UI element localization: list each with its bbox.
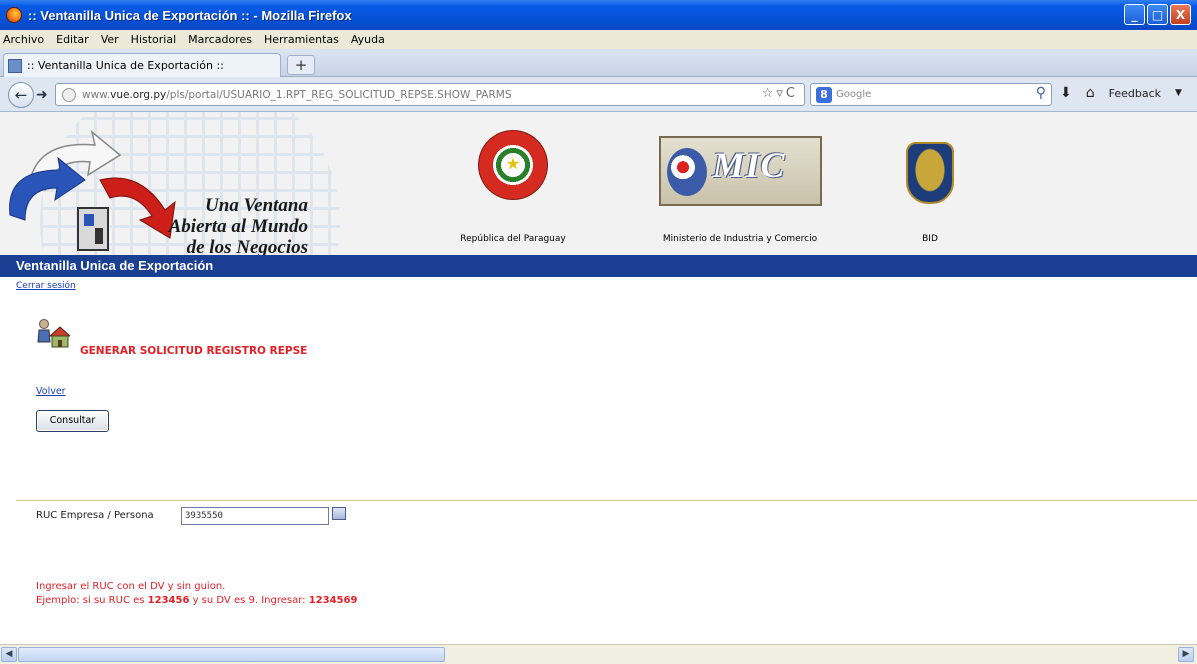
slogan: Una Ventana Abierta al Mundo de los Nego…: [168, 195, 308, 255]
consultar-button[interactable]: Consultar: [36, 410, 109, 432]
url-text: www.vue.org.py/pls/portal/USUARIO_1.RPT_…: [82, 88, 512, 101]
window-controls: _ □ X: [1124, 4, 1191, 25]
url-actions: ☆▿C: [762, 86, 798, 101]
menu-herramientas[interactable]: Herramientas: [264, 33, 339, 46]
divider: [16, 500, 1197, 501]
site-header: Una Ventana Abierta al Mundo de los Nego…: [0, 112, 1197, 255]
scroll-left-arrow-icon[interactable]: ◀: [1, 647, 17, 662]
toolbar-right: ⬇ ⌂ Feedback ▼: [1060, 85, 1182, 101]
menu-ver[interactable]: Ver: [101, 33, 119, 46]
paraguay-seal-icon: [478, 130, 548, 200]
user-house-icon: [37, 319, 70, 348]
web-page: Una Ventana Abierta al Mundo de los Nego…: [0, 112, 1197, 644]
navigation-toolbar: ← ➜ www.vue.org.py/pls/portal/USUARIO_1.…: [0, 77, 1197, 112]
google-icon[interactable]: 8: [816, 86, 832, 103]
forward-button[interactable]: ➜: [36, 87, 48, 103]
maximize-button[interactable]: □: [1147, 4, 1168, 25]
instruction-line-2: Ejemplo: si su RUC es 123456 y su DV es …: [36, 595, 358, 606]
menu-editar[interactable]: Editar: [56, 33, 89, 46]
bookmark-star-icon[interactable]: ☆: [762, 86, 777, 101]
minimize-button[interactable]: _: [1124, 4, 1145, 25]
feedback-button[interactable]: Feedback: [1109, 87, 1161, 100]
sponsor-mic: MIC Ministerio de Industria y Comercio: [640, 122, 840, 255]
search-bar[interactable]: 8 Google ⚲: [810, 83, 1052, 106]
download-icon[interactable]: ⬇: [1060, 85, 1072, 101]
firefox-icon: [6, 7, 22, 23]
home-icon[interactable]: ⌂: [1086, 85, 1095, 101]
page-title: GENERAR SOLICITUD REGISTRO REPSE: [80, 345, 308, 357]
back-button[interactable]: ←: [8, 82, 34, 108]
site-identity-icon[interactable]: [62, 87, 76, 102]
window-titlebar: :: Ventanilla Unica de Exportación :: - …: [0, 0, 1197, 30]
ruc-label: RUC Empresa / Persona: [36, 510, 154, 521]
horizontal-scrollbar[interactable]: ◀ ▶: [0, 644, 1197, 664]
menu-historial[interactable]: Historial: [131, 33, 176, 46]
menu-bar: Archivo Editar Ver Historial Marcadores …: [0, 30, 1197, 49]
ruc-lookup-icon[interactable]: [332, 507, 346, 520]
dropdown-arrow-icon[interactable]: ▿: [776, 86, 786, 101]
logout-link[interactable]: Cerrar sesión: [16, 281, 76, 291]
ruc-input[interactable]: 3935550: [181, 507, 329, 525]
tab-bar: :: Ventanilla Unica de Exportación :: +: [0, 49, 1197, 77]
chevron-down-icon[interactable]: ▼: [1175, 88, 1182, 98]
sponsor-bid-caption: BID: [922, 234, 938, 244]
back-link[interactable]: Volver: [36, 386, 66, 397]
sponsor-bid: BID: [880, 122, 980, 255]
menu-ayuda[interactable]: Ayuda: [351, 33, 385, 46]
close-button[interactable]: X: [1170, 4, 1191, 25]
window-title: :: Ventanilla Unica de Exportación :: - …: [28, 7, 352, 23]
scroll-right-arrow-icon[interactable]: ▶: [1178, 647, 1194, 662]
address-bar[interactable]: www.vue.org.py/pls/portal/USUARIO_1.RPT_…: [55, 83, 805, 106]
tab-label: :: Ventanilla Unica de Exportación ::: [27, 59, 224, 72]
favicon-icon: [8, 58, 22, 73]
sponsor-paraguay-caption: República del Paraguay: [460, 234, 566, 244]
mic-logo: MIC: [658, 136, 822, 206]
mic-emblem-icon: [666, 148, 707, 196]
instruction-line-1: Ingresar el RUC con el DV y sin guion.: [36, 581, 226, 592]
search-icon[interactable]: ⚲: [1036, 85, 1046, 101]
scrollbar-thumb[interactable]: [18, 647, 445, 662]
sponsor-paraguay: República del Paraguay: [438, 122, 588, 255]
site-title-bar: Ventanilla Unica de Exportación: [0, 255, 1197, 277]
search-engine-label: Google: [836, 89, 872, 100]
sponsor-mic-caption: Ministerio de Industria y Comercio: [662, 234, 818, 244]
menu-marcadores[interactable]: Marcadores: [188, 33, 252, 46]
reload-icon[interactable]: C: [786, 86, 798, 101]
tab-ventanilla[interactable]: :: Ventanilla Unica de Exportación ::: [3, 53, 281, 77]
main-content: Cerrar sesión GENERAR SOLICITUD REGISTRO…: [0, 277, 1197, 644]
new-tab-button[interactable]: +: [287, 55, 315, 75]
menu-archivo[interactable]: Archivo: [3, 33, 44, 46]
bid-logo-icon: [906, 142, 954, 204]
